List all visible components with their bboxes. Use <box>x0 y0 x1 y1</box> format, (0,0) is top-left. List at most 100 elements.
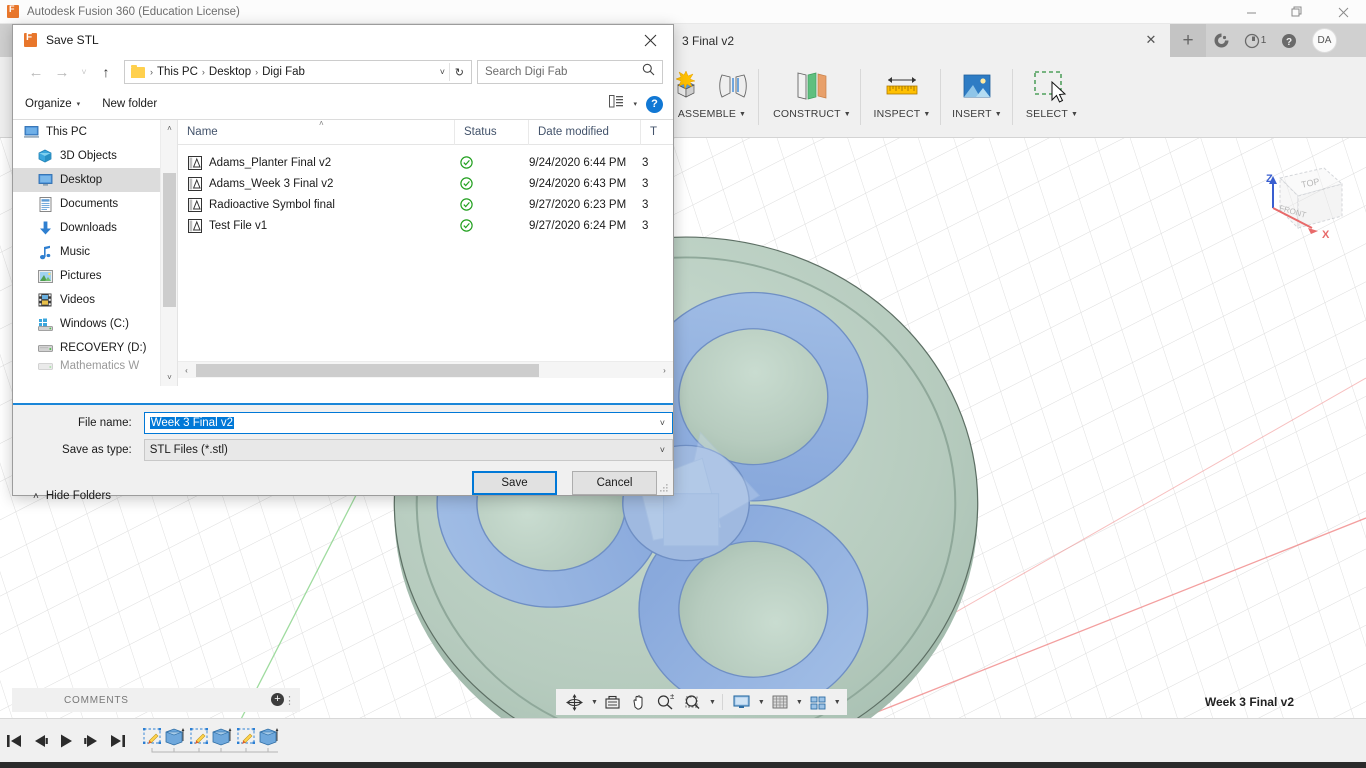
hscrollbar-thumb[interactable] <box>196 364 539 377</box>
add-comment-icon[interactable]: + <box>271 693 284 706</box>
chevron-down-icon[interactable]: ▾ <box>633 100 637 108</box>
chevron-down-icon[interactable]: ˅ <box>660 418 665 428</box>
go-to-beginning-icon[interactable] <box>6 733 23 749</box>
new-tab-button[interactable]: + <box>1170 24 1206 57</box>
display-settings-icon[interactable] <box>729 690 754 714</box>
table-row[interactable]: Radioactive Symbol final 9/27/2020 6:23 … <box>178 194 673 215</box>
nav-item-videos[interactable]: Videos <box>13 288 160 312</box>
address-bar[interactable]: › This PC › Desktop › Digi Fab ˅ ↻ <box>124 60 472 84</box>
restore-button[interactable] <box>1274 0 1320 24</box>
view-layout-icon[interactable] <box>609 95 624 113</box>
nav-item-this-pc[interactable]: This PC <box>13 120 160 144</box>
nav-item-mathematics-w[interactable]: Mathematics W <box>13 360 160 372</box>
viewcube[interactable]: TOP FRONT Z X <box>1238 156 1348 261</box>
viewports-caret-icon[interactable]: ▼ <box>834 699 841 706</box>
job-status-icon[interactable] <box>1206 24 1236 57</box>
panel-grip-icon[interactable]: ⋮ <box>284 694 295 707</box>
stl-file-icon <box>187 155 202 170</box>
nav-item-windows-c[interactable]: Windows (C:) <box>13 312 160 336</box>
search-input[interactable]: Search Digi Fab <box>485 66 567 78</box>
new-folder-button[interactable]: New folder <box>102 98 157 110</box>
orbit-icon[interactable] <box>562 690 587 714</box>
step-forward-icon[interactable] <box>83 733 100 749</box>
nav-item-downloads[interactable]: Downloads <box>13 216 160 240</box>
pan-hand-icon[interactable] <box>627 690 650 714</box>
ribbon-group-inspect[interactable]: INSPECT ▼ <box>866 57 938 138</box>
navigation-pane[interactable]: This PC 3D Objects Desktop Documents Dow… <box>13 120 160 404</box>
breadcrumb-digi-fab[interactable]: Digi Fab <box>258 66 309 78</box>
chevron-down-icon[interactable]: ˅ <box>660 445 665 455</box>
hide-folders-button[interactable]: ˄ Hide Folders <box>33 490 111 502</box>
nav-item-3d-objects[interactable]: 3D Objects <box>13 144 160 168</box>
step-back-icon[interactable] <box>32 733 49 749</box>
forward-button[interactable]: → <box>49 59 75 85</box>
refresh-icon[interactable]: ↻ <box>455 66 464 79</box>
column-header-type[interactable]: T <box>640 119 670 145</box>
look-at-icon[interactable] <box>601 690 624 714</box>
zoom-caret-icon[interactable]: ▼ <box>709 699 716 706</box>
minimize-button[interactable] <box>1228 0 1274 24</box>
column-header-name[interactable]: Name ˄ <box>178 119 454 145</box>
ribbon-group-construct[interactable]: CONSTRUCT ▼ <box>766 57 858 138</box>
table-row[interactable]: Adams_Week 3 Final v2 9/24/2020 6:43 PM … <box>178 173 673 194</box>
recent-activity-clock-icon[interactable]: 1 <box>1240 24 1270 57</box>
scroll-up-icon[interactable]: ˄ <box>161 120 178 137</box>
breadcrumb-this-pc[interactable]: This PC <box>153 66 202 78</box>
nav-item-pictures[interactable]: Pictures <box>13 264 160 288</box>
document-tab[interactable]: 3 Final v2 ✕ <box>620 24 1170 57</box>
nav-item-recovery-d[interactable]: RECOVERY (D:) <box>13 336 160 360</box>
help-icon[interactable]: ? <box>1274 24 1304 57</box>
viewports-icon[interactable] <box>806 690 830 714</box>
search-box[interactable]: Search Digi Fab <box>477 60 663 84</box>
scroll-left-icon[interactable]: ‹ <box>178 362 195 379</box>
tab-close-icon[interactable]: ✕ <box>1144 33 1158 47</box>
zoom-icon[interactable]: ± <box>653 690 677 714</box>
navpane-scrollbar[interactable]: ˄ ˅ <box>160 120 177 386</box>
nav-item-label: Downloads <box>60 222 117 234</box>
dialog-close-button[interactable] <box>628 25 673 55</box>
table-row[interactable]: Test File v1 9/27/2020 6:24 PM 3 <box>178 215 673 236</box>
organize-button[interactable]: Organize ▾ <box>25 98 80 110</box>
column-label: Status <box>464 126 497 138</box>
grid-caret-icon[interactable]: ▼ <box>796 699 803 706</box>
go-to-end-icon[interactable] <box>109 733 126 749</box>
address-dropdown-icon[interactable]: ˅ <box>440 67 445 77</box>
folder-icon <box>131 64 145 78</box>
display-caret-icon[interactable]: ▼ <box>758 699 765 706</box>
nav-item-documents[interactable]: Documents <box>13 192 160 216</box>
cancel-button[interactable]: Cancel <box>572 471 657 495</box>
savetype-dropdown[interactable]: STL Files (*.stl) ˅ <box>143 439 673 461</box>
dialog-resize-grip[interactable] <box>658 481 670 493</box>
play-icon[interactable] <box>58 733 74 749</box>
comments-panel[interactable]: COMMENTS + ⋮ <box>12 688 300 712</box>
file-name: Adams_Planter Final v2 <box>209 156 332 169</box>
timeline-features <box>143 728 288 760</box>
ribbon-group-assemble[interactable]: ASSEMBLE ▼ <box>668 57 756 138</box>
zoom-window-icon[interactable] <box>680 690 705 714</box>
avatar[interactable]: DA <box>1312 28 1337 53</box>
table-row[interactable]: Adams_Planter Final v2 9/24/2020 6:44 PM… <box>178 152 673 173</box>
orbit-caret-icon[interactable]: ▼ <box>591 699 598 706</box>
ribbon-group-select[interactable]: SELECT ▼ <box>1016 57 1088 138</box>
file-date: 9/27/2020 6:24 PM <box>529 219 627 232</box>
help-icon[interactable]: ? <box>646 95 663 113</box>
breadcrumb-desktop[interactable]: Desktop <box>205 66 255 78</box>
grid-snap-icon[interactable] <box>768 690 792 714</box>
ribbon-group-insert[interactable]: INSERT ▼ <box>944 57 1010 138</box>
scroll-down-icon[interactable]: ˅ <box>161 369 178 386</box>
nav-item-music[interactable]: Music <box>13 240 160 264</box>
recent-locations-button[interactable]: ˅ <box>75 59 93 85</box>
column-header-date-modified[interactable]: Date modified <box>528 119 640 145</box>
scroll-right-icon[interactable]: › <box>656 362 673 379</box>
ribbon-separator <box>1012 69 1013 125</box>
up-one-level-button[interactable]: ↑ <box>93 59 119 85</box>
back-button[interactable]: ← <box>23 59 49 85</box>
close-button[interactable] <box>1320 0 1366 24</box>
scrollbar-thumb[interactable] <box>163 173 176 307</box>
column-header-status[interactable]: Status <box>454 119 528 145</box>
save-button[interactable]: Save <box>472 471 557 495</box>
nav-item-desktop[interactable]: Desktop <box>13 168 160 192</box>
filename-input[interactable]: Week 3 Final v2 ˅ <box>143 412 673 434</box>
address-divider <box>449 63 450 81</box>
file-list-hscrollbar[interactable]: ‹ › <box>178 361 673 378</box>
